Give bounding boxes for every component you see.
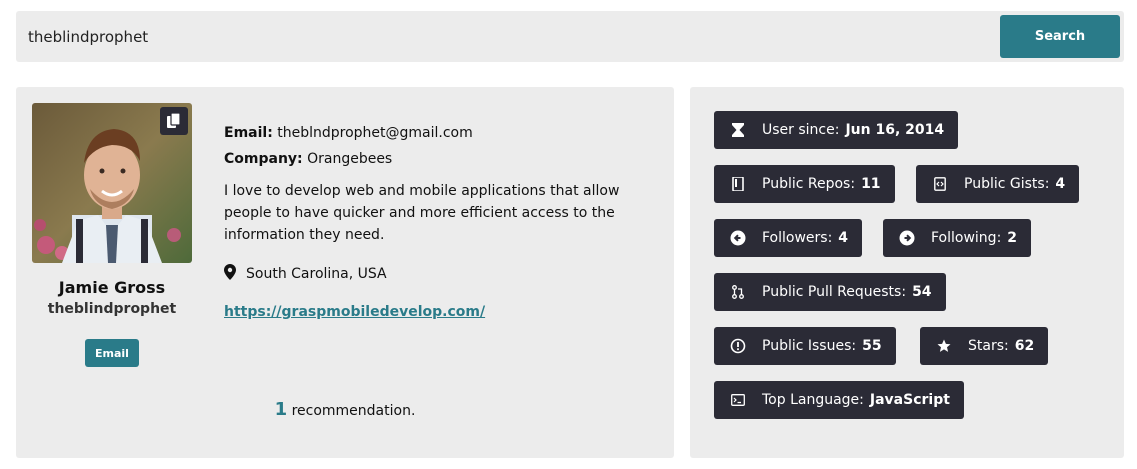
stat-public-issues: Public Issues: 55 [714,327,896,365]
stat-value: 4 [838,230,849,246]
company-row: Company: Orangebees [224,146,664,172]
location: South Carolina, USA [224,264,664,284]
avatar [32,103,192,263]
stat-public-gists: Public Gists: 4 [916,165,1080,203]
stat-label: Public Gists: [964,176,1050,192]
arrow-left-circle-icon [730,230,746,246]
email-value: theblndprophet@gmail.com [277,125,473,141]
stat-label: Followers: [762,230,833,246]
stat-value: 11 [861,176,881,192]
stat-value: Jun 16, 2014 [845,122,945,138]
profile-login: theblindprophet [47,301,177,317]
stat-label: Public Repos: [762,176,856,192]
bio: I love to develop web and mobile applica… [224,183,620,243]
stat-label: Stars: [968,338,1009,354]
search-bar: Search [16,11,1124,62]
issue-icon [730,338,746,354]
profile-card: Jamie Gross theblindprophet Email Email:… [16,87,674,458]
arrow-right-circle-icon [899,230,915,246]
email-row: Email: theblndprophet@gmail.com [224,120,664,146]
location-text: South Carolina, USA [246,266,387,282]
search-button[interactable]: Search [1000,15,1120,58]
search-input[interactable] [16,11,996,62]
copy-button[interactable] [160,107,188,135]
recommendation-text: recommendation. [291,403,416,419]
stat-label: Following: [931,230,1002,246]
stat-pull-requests: Public Pull Requests: 54 [714,273,946,311]
stat-label: Public Issues: [762,338,857,354]
stat-value: 2 [1007,230,1018,246]
map-marker-icon [224,264,246,284]
stat-value: 4 [1055,176,1066,192]
stat-label: User since: [762,122,840,138]
recommendation: 1 recommendation. [16,399,674,420]
stat-value: 62 [1014,338,1035,354]
copy-icon [167,113,181,129]
stat-following: Following: 2 [883,219,1032,257]
profile-name: Jamie Gross [58,278,166,297]
stat-user-since: User since: Jun 16, 2014 [714,111,959,149]
stat-label: Top Language: [762,392,864,408]
book-icon [730,176,746,192]
company-label: Company: [224,151,303,167]
company-value: Orangebees [307,151,393,167]
stat-value: JavaScript [869,392,950,408]
code-icon [932,176,948,192]
stat-public-repos: Public Repos: 11 [714,165,895,203]
email-button[interactable]: Email [85,339,139,367]
recommendation-count: 1 [274,399,288,420]
stat-top-language: Top Language: JavaScript [714,381,964,419]
email-label: Email: [224,125,273,141]
terminal-icon [730,392,746,408]
hourglass-icon [730,122,746,138]
stat-label: Public Pull Requests: [762,284,907,300]
profile-details: Email: theblndprophet@gmail.com Company:… [224,120,664,320]
stat-value: 54 [912,284,932,300]
stat-followers: Followers: 4 [714,219,863,257]
stat-stars: Stars: 62 [920,327,1049,365]
blog-link[interactable]: https://graspmobiledevelop.com/ [224,304,664,320]
star-icon [936,338,952,354]
stat-value: 55 [862,338,882,354]
stats-card: User since: Jun 16, 2014 Public Repos: 1… [690,87,1124,458]
pull-request-icon [730,284,746,300]
